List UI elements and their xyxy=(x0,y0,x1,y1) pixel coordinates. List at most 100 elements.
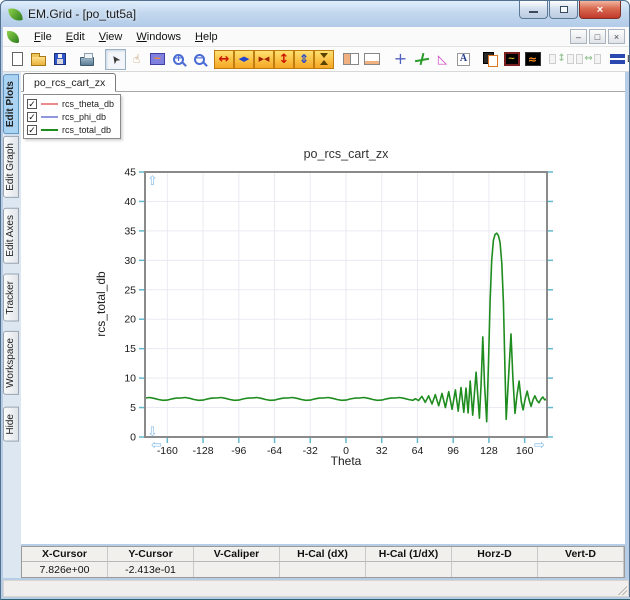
x-axis-label: Theta xyxy=(145,454,547,468)
document-tab-bar: po_rcs_cart_zx xyxy=(21,72,625,92)
pan-tool-button[interactable]: ☝ xyxy=(126,49,147,70)
tracker-value xyxy=(366,562,452,577)
tracker-header: Y-Cursor xyxy=(108,547,194,562)
mdi-minimize-button[interactable]: – xyxy=(570,29,587,44)
menu-help[interactable]: Help xyxy=(188,29,225,45)
sidebar-tab-edit-axes[interactable]: Edit Axes xyxy=(3,208,19,264)
checkbox-rcs_phi_db[interactable]: ✓ xyxy=(27,112,37,122)
fit-y-button[interactable] xyxy=(314,50,334,69)
pointer-tool-button[interactable]: ➤ xyxy=(105,49,126,70)
sidebar-tab-workspace[interactable]: Workspace xyxy=(3,331,19,395)
legend-label: rcs_theta_db xyxy=(62,99,114,109)
tracker-header: V-Caliper xyxy=(194,547,280,562)
pan-right-arrow-icon[interactable]: ⇨ xyxy=(534,438,545,453)
pan-up-arrow-icon[interactable]: ⇧ xyxy=(147,174,158,189)
folder-icon xyxy=(31,56,46,66)
restore-button[interactable] xyxy=(549,1,578,19)
arrows-v-red-icon: ↕ xyxy=(279,53,290,66)
crosshair-tool-button[interactable]: + xyxy=(390,49,411,70)
zoom-region-icon: ~ xyxy=(150,53,165,65)
shrink-y-button[interactable]: ⇕ xyxy=(294,50,314,69)
menu-windows[interactable]: Windows xyxy=(129,29,188,45)
sidebar-tab-hide[interactable]: Hide xyxy=(3,407,19,442)
overlay-windows-button[interactable] xyxy=(480,49,501,70)
save-button[interactable] xyxy=(49,49,70,70)
tile-horizontal-button: ↔ xyxy=(578,49,599,70)
zoom-out-button[interactable]: − xyxy=(189,49,210,70)
chart-title: po_rcs_cart_zx xyxy=(145,147,547,161)
status-bar xyxy=(3,580,629,597)
y-tick-label: 25 xyxy=(124,284,136,296)
mdi-restore-button[interactable]: □ xyxy=(589,29,606,44)
menu-edit[interactable]: Edit xyxy=(59,29,92,45)
triangle-icon: ◺ xyxy=(438,53,447,65)
checkbox-rcs_total_db[interactable]: ✓ xyxy=(27,125,37,135)
y-tick-label: 5 xyxy=(130,402,136,414)
tracker-value: 7.826e+00 xyxy=(22,562,108,577)
angle-tool-button[interactable]: ◺ xyxy=(432,49,453,70)
sidebar-tabs: Edit Plots Edit Graph Edit Axes Tracker Work… xyxy=(3,72,21,578)
tracker-value xyxy=(194,562,280,577)
print-button[interactable] xyxy=(76,49,97,70)
plot-canvas[interactable]: -160-128-96-64-3203264961281600510152025… xyxy=(21,92,625,544)
checkbox-rcs_theta_db[interactable]: ✓ xyxy=(27,99,37,109)
y-tick-label: 35 xyxy=(124,225,136,237)
sidebar-tab-edit-graph[interactable]: Edit Graph xyxy=(3,136,19,198)
tile-h-icon: ↔ xyxy=(575,54,601,64)
resize-grip[interactable] xyxy=(616,584,627,595)
doc-tab-po-rcs-cart-zx[interactable]: po_rcs_cart_zx xyxy=(23,73,116,92)
y-tick-label: 10 xyxy=(124,373,136,385)
floppy-icon xyxy=(54,53,66,65)
tracker-header: Vert-D xyxy=(538,547,624,562)
document-icon xyxy=(7,31,19,43)
sidebar-tab-edit-plots[interactable]: Edit Plots xyxy=(3,74,19,134)
y-tick-label: 40 xyxy=(124,196,136,208)
layout-label: Layou xyxy=(627,54,629,65)
split-vertical-button[interactable] xyxy=(340,49,361,70)
tracker-header: Horz-D xyxy=(452,547,538,562)
overlay-icon xyxy=(483,52,498,67)
split-horizontal-button[interactable] xyxy=(361,49,382,70)
shrink-x-button[interactable]: ◀▶ xyxy=(234,50,254,69)
close-button[interactable]: × xyxy=(579,1,621,19)
y-axis-label: rcs_total_db xyxy=(94,271,108,336)
window-title: EM.Grid - [po_tut5a] xyxy=(28,7,136,21)
sidebar-tab-tracker[interactable]: Tracker xyxy=(3,274,19,322)
expand-y-button[interactable]: ↕ xyxy=(274,50,294,69)
menu-file[interactable]: File xyxy=(27,29,59,45)
expand-x-button[interactable]: ↔ xyxy=(214,50,234,69)
layout-button[interactable]: Layou xyxy=(607,49,629,70)
title-bar[interactable]: EM.Grid - [po_tut5a] × xyxy=(1,1,629,27)
rect-vsplit-icon xyxy=(343,53,359,65)
open-file-button[interactable] xyxy=(28,49,49,70)
tracker-value-row: 7.826e+00-2.413e-01 xyxy=(22,562,624,577)
text-annotation-button[interactable]: A xyxy=(453,49,474,70)
fit-x-button[interactable]: ▶◀ xyxy=(254,50,274,69)
tracker-value xyxy=(452,562,538,577)
dark-plot-style-1-button[interactable]: ~ xyxy=(501,49,522,70)
arrows-h-in-icon: ▶◀ xyxy=(259,56,270,63)
tile-v-icon: ↕ xyxy=(548,54,574,64)
legend-item-rcs_theta_db: ✓ rcs_theta_db xyxy=(27,97,114,110)
zoom-region-tool-button[interactable]: ~ xyxy=(147,49,168,70)
legend-line-swatch xyxy=(41,103,58,105)
cross-icon: + xyxy=(394,51,407,67)
y-tick-label: 30 xyxy=(124,255,136,267)
dark-chart-1-icon: ~ xyxy=(504,52,520,66)
legend-line-swatch xyxy=(41,129,58,131)
menu-view[interactable]: View xyxy=(92,29,130,45)
zoom-in-icon: + xyxy=(173,54,184,65)
minimize-button[interactable] xyxy=(519,1,548,19)
tracker-value: -2.413e-01 xyxy=(108,562,194,577)
toolbar: ➤☝~+−↔◀▶▶◀↕⇕+◺A~≈↕↔Layou xyxy=(3,47,629,72)
pan-left-arrow-icon[interactable]: ⇦ xyxy=(151,438,162,453)
tracker-header: X-Cursor xyxy=(22,547,108,562)
new-document-button[interactable] xyxy=(7,49,28,70)
rect-hsplit-icon xyxy=(364,53,380,65)
mdi-close-button[interactable]: × xyxy=(608,29,625,44)
zoom-in-button[interactable]: + xyxy=(168,49,189,70)
axes-tool-button[interactable] xyxy=(411,49,432,70)
arrows-h-red-icon: ↔ xyxy=(219,53,230,66)
dark-plot-style-2-button[interactable]: ≈ xyxy=(522,49,543,70)
minimize-icon xyxy=(529,10,538,13)
